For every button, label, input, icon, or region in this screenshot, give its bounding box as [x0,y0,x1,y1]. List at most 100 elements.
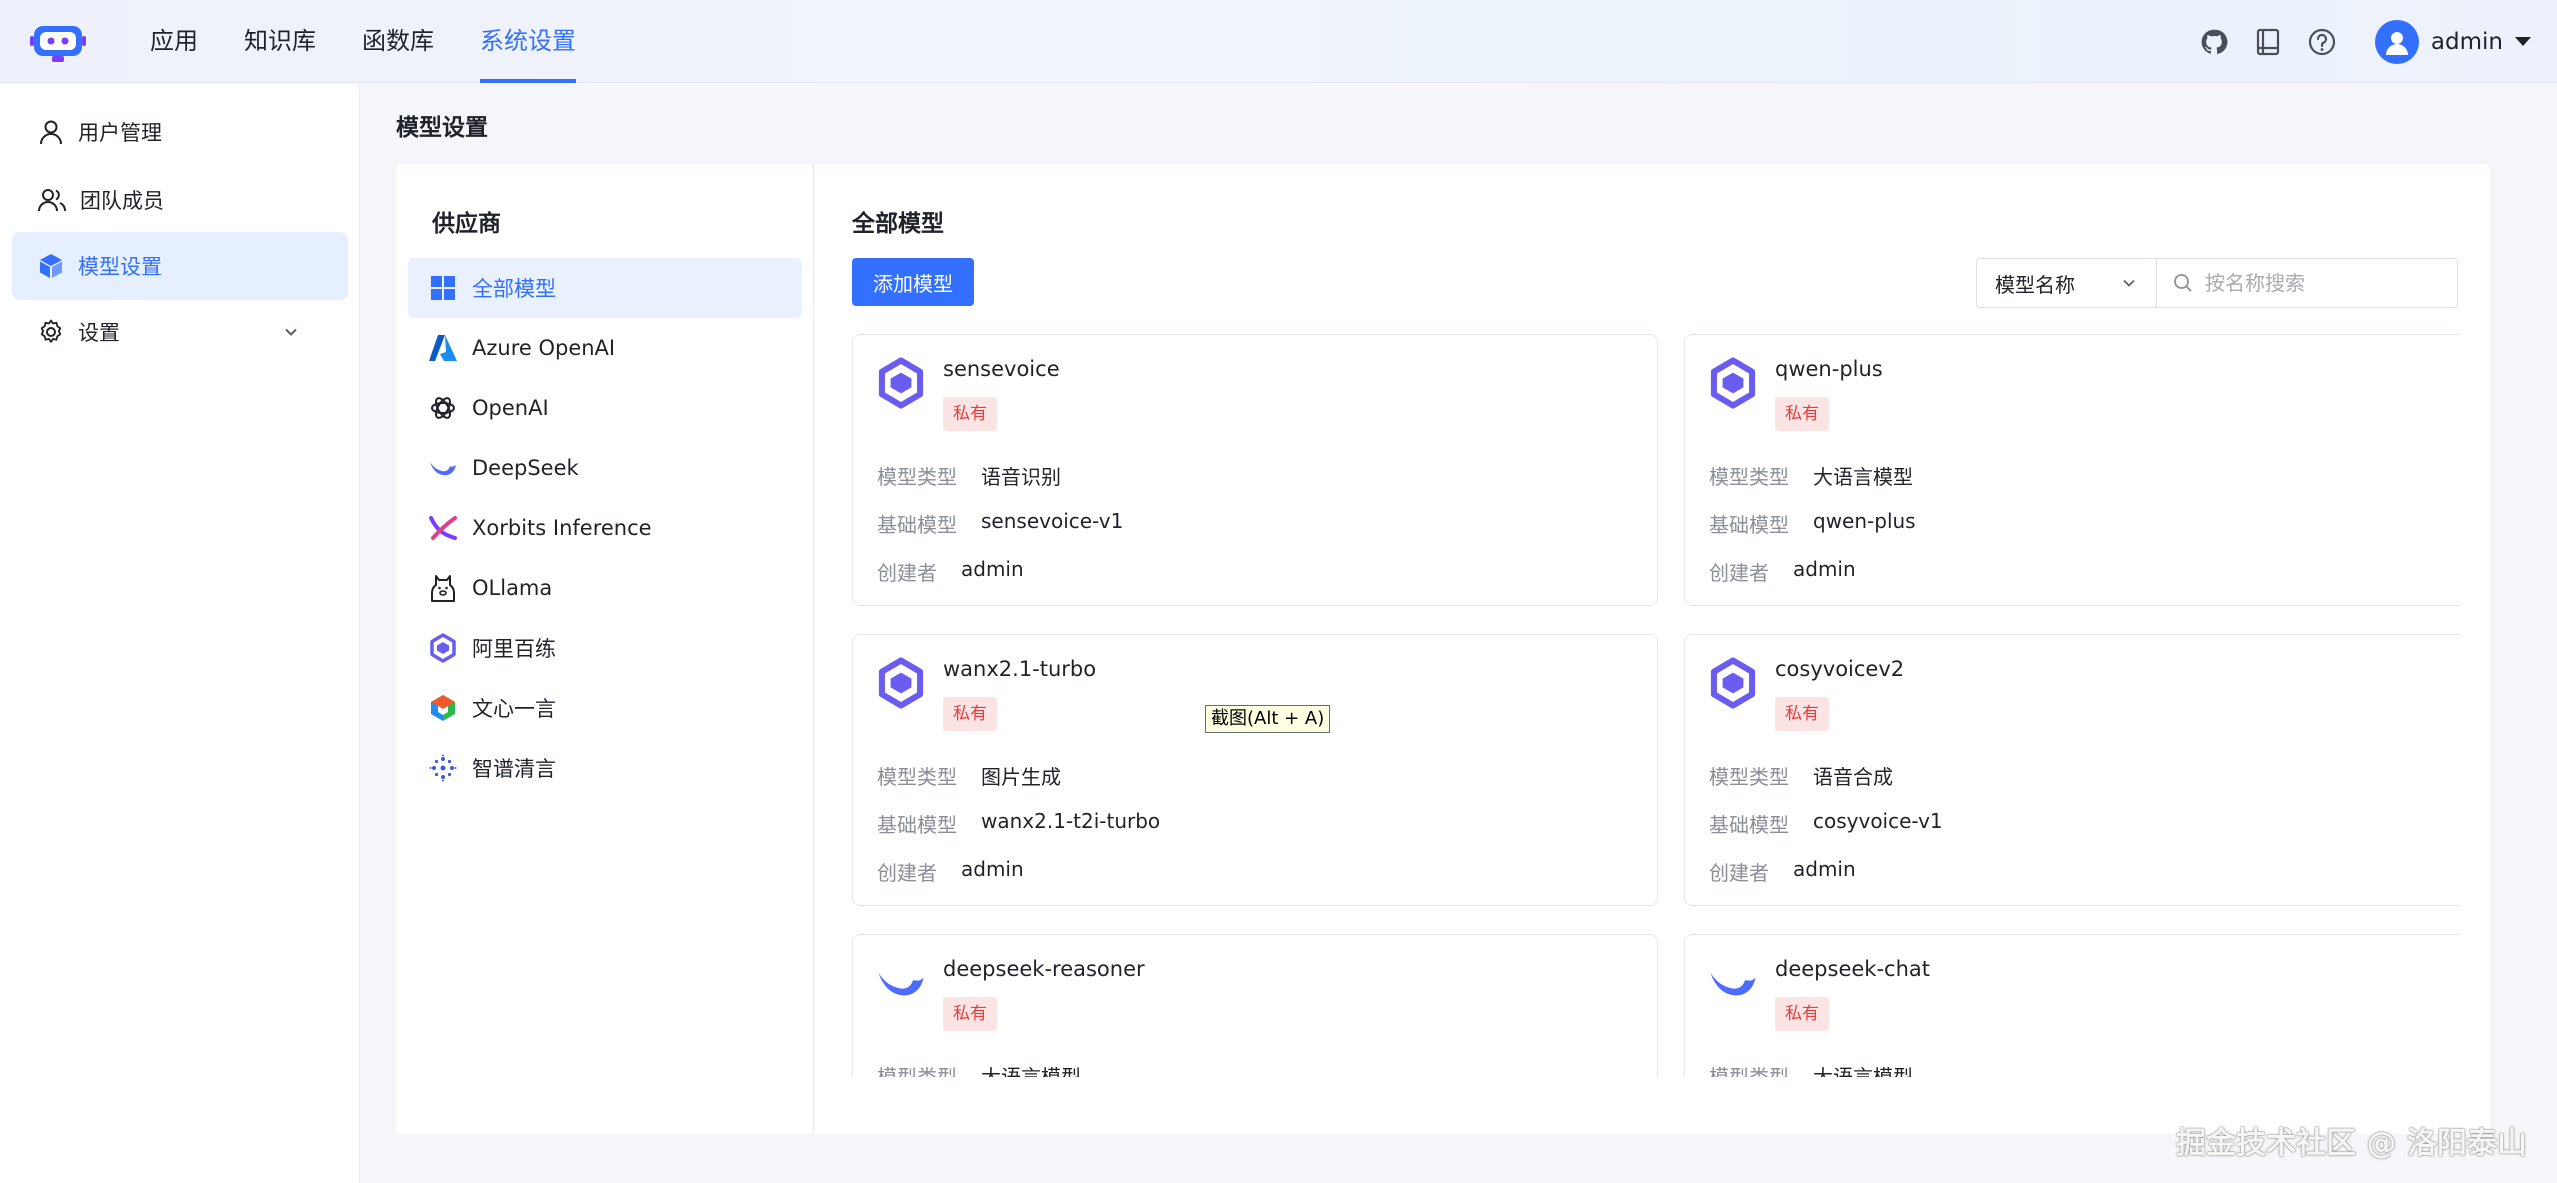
sidebar-item-label: 用户管理 [78,121,162,145]
main-nav: 应用 知识库 函数库 系统设置 [150,0,622,83]
provider-title: 供应商 [432,211,501,237]
provider-label: Xorbits Inference [472,516,652,540]
field-value: qwen-plus [1813,509,1916,533]
field-label: 创建者 [877,861,937,885]
private-badge: 私有 [943,697,997,731]
base-model-row: 基础模型 qwen-plus [1709,509,1916,538]
azure-icon [428,333,458,363]
model-card[interactable]: wanx2.1-turbo 私有 模型类型 图片生成 基础模型 wanx2.1-t2i-t… [852,634,1658,906]
model-card[interactable]: qwen-plus 私有 模型类型 大语言模型 基础模型 qwen-plus 创建者 admi… [1684,334,2460,606]
model-type-row: 模型类型 语音识别 [877,461,1061,490]
model-card[interactable]: cosyvoicev2 私有 模型类型 语音合成 基础模型 cosyvoice-v1 创建者… [1684,634,2460,906]
filter-select-value: 模型名称 [1995,272,2075,297]
model-type-row: 模型类型 语音合成 [1709,761,1893,790]
base-model-row: 基础模型 cosyvoice-v1 [1709,809,1943,838]
model-card[interactable]: deepseek-chat私有模型类型大语言模型基础模型创建者 [1684,934,2460,1077]
nav-item-knowledge[interactable]: 知识库 [244,0,316,83]
sidebar-item-label: 模型设置 [78,255,162,279]
field-value: cosyvoice-v1 [1813,809,1943,833]
model-filter: 模型名称 [1976,258,2458,308]
user-name[interactable]: admin [2431,29,2503,55]
model-card[interactable]: sensevoice 私有 模型类型 语音识别 基础模型 sensevoice-v1 创建者… [852,334,1658,606]
field-label: 基础模型 [1709,813,1789,837]
provider-label: 文心一言 [472,697,556,721]
nav-item-functions[interactable]: 函数库 [362,0,434,83]
creator-row: 创建者 admin [1709,557,1856,586]
provider-item-alibaba[interactable]: 阿里百练 [408,618,802,678]
provider-item-all[interactable]: 全部模型 [408,258,802,318]
cube-icon [40,254,62,278]
model-type-row: 模型类型 大语言模型 [1709,461,1913,490]
provider-label: DeepSeek [472,456,579,480]
screenshot-tooltip: 截图(Alt + A) [1205,705,1331,733]
github-icon[interactable] [2197,25,2231,59]
provider-label: 智谱清言 [472,757,556,781]
model-card[interactable]: deepseek-reasoner私有模型类型大语言模型基础模型创建者 [852,934,1658,1077]
alibaba-icon [1707,657,1759,709]
search-icon [2174,274,2192,292]
filter-field-select[interactable]: 模型名称 [1977,259,2157,307]
model-type-row: 模型类型 大语言模型 [1709,1061,1913,1077]
alibaba-icon [875,357,927,409]
model-name: qwen-plus [1775,357,1883,381]
base-model-row: 基础模型 wanx2.1-t2i-turbo [877,809,1160,838]
provider-item-azure[interactable]: Azure OpenAI [408,318,802,378]
provider-label: 阿里百练 [472,637,556,661]
provider-item-openai[interactable]: OpenAI [408,378,802,438]
openai-icon [428,393,458,423]
grid-icon [428,273,458,303]
sidebar: 用户管理 团队成员 模型设置 设置 [0,84,360,1183]
docs-book-icon[interactable] [2251,25,2285,59]
avatar[interactable] [2374,19,2419,64]
user-icon [40,120,62,145]
field-value: admin [1793,857,1856,881]
sidebar-item-team[interactable]: 团队成员 [12,166,348,234]
alibaba-icon [875,657,927,709]
alibaba-icon [428,633,458,663]
provider-item-deepseek[interactable]: DeepSeek [408,438,802,498]
user-menu-caret-icon[interactable] [2515,37,2531,46]
field-value: 大语言模型 [1813,465,1913,489]
field-label: 模型类型 [1709,765,1789,789]
sidebar-item-users[interactable]: 用户管理 [12,98,348,166]
field-value: admin [961,557,1024,581]
model-name: sensevoice [943,357,1060,381]
model-card-grid: sensevoice 私有 模型类型 语音识别 基础模型 sensevoice-v1 创建者… [852,332,2460,1077]
ollama-icon [428,573,458,603]
search-input[interactable] [2205,271,2445,295]
zhipu-icon [428,753,458,783]
team-icon [38,189,66,212]
provider-label: OLlama [472,576,553,600]
chevron-down-icon [2123,279,2135,287]
provider-item-xorbits[interactable]: Xorbits Inference [408,498,802,558]
sidebar-item-label: 团队成员 [80,189,164,213]
nav-item-apps[interactable]: 应用 [150,0,198,83]
creator-row: 创建者 admin [877,557,1024,586]
field-value: 大语言模型 [981,1065,1081,1077]
creator-row: 创建者 admin [1709,857,1856,886]
search-field [2157,259,2457,307]
field-value: admin [1793,557,1856,581]
model-name: deepseek-chat [1775,957,1930,981]
model-settings-panel: 供应商 全部模型 Azure OpenAI OpenAI DeepSeek Xo… [396,164,2490,1134]
watermark: 掘金技术社区 @ 洛阳泰山 [2176,1126,2527,1161]
provider-item-zhipu[interactable]: 智谱清言 [408,738,802,798]
sidebar-item-model-settings[interactable]: 模型设置 [12,232,348,300]
provider-list: 供应商 全部模型 Azure OpenAI OpenAI DeepSeek Xo… [396,164,814,1134]
provider-item-ollama[interactable]: OLlama [408,558,802,618]
alibaba-icon [1707,357,1759,409]
private-badge: 私有 [943,397,997,431]
provider-label: 全部模型 [472,277,556,301]
provider-item-wenxin[interactable]: 文心一言 [408,678,802,738]
provider-label: Azure OpenAI [472,336,616,360]
models-title: 全部模型 [852,211,944,237]
help-icon[interactable] [2305,25,2339,59]
field-value: admin [961,857,1024,881]
field-label: 创建者 [877,561,937,585]
field-value: wanx2.1-t2i-turbo [981,809,1161,833]
wenxin-icon [428,693,458,723]
nav-item-system-settings[interactable]: 系统设置 [480,0,576,83]
add-model-button[interactable]: 添加模型 [852,258,974,306]
app-logo-icon[interactable] [30,20,86,64]
sidebar-item-settings[interactable]: 设置 [12,298,348,366]
